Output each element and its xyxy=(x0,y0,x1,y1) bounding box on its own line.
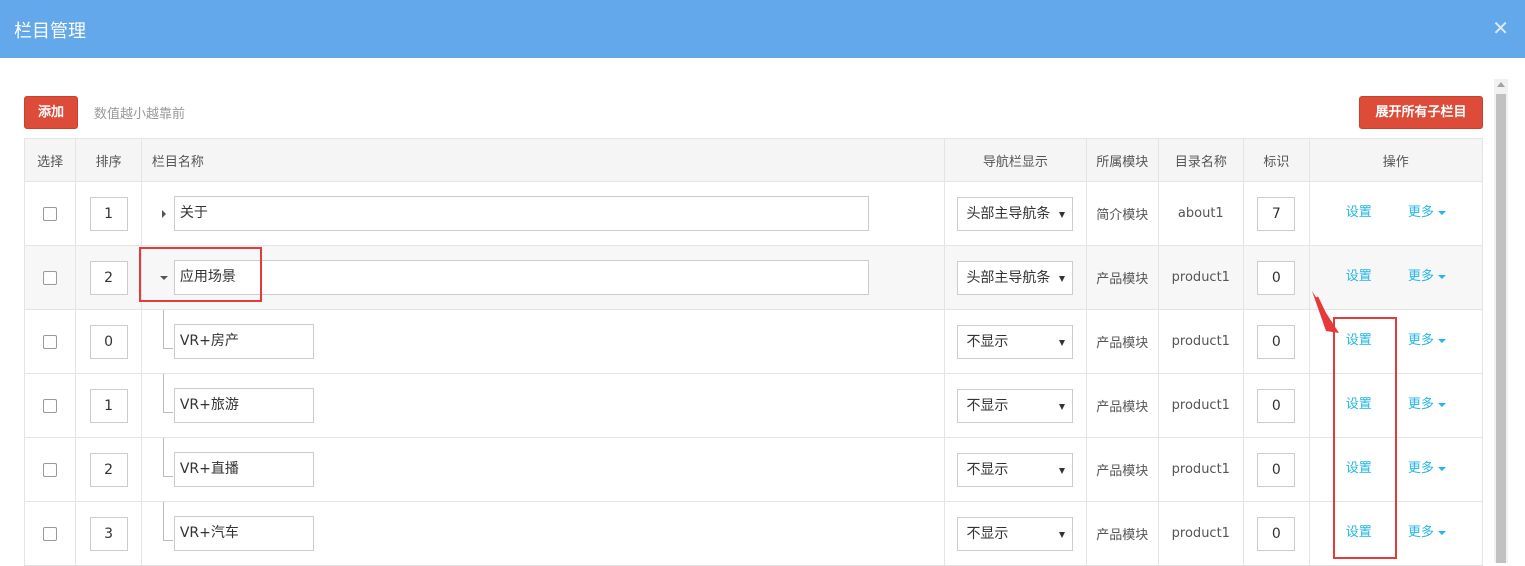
annotation-arrow-layer xyxy=(1312,291,1339,333)
annotation-arrow-head xyxy=(1312,291,1339,333)
